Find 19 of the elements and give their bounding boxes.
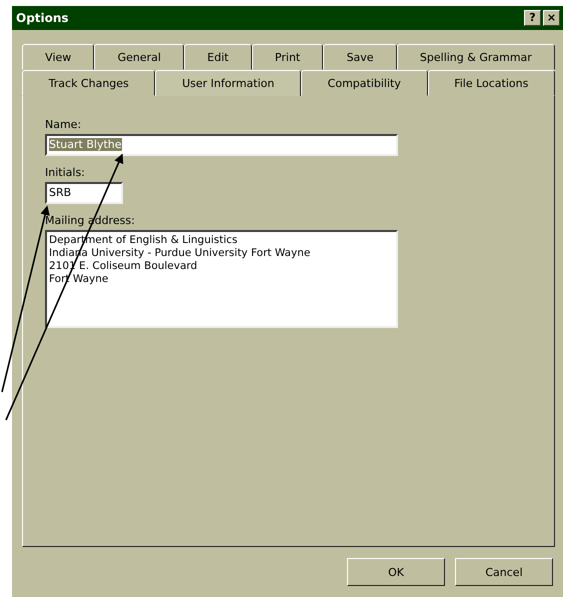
dialog-button[interactable]: OK (347, 558, 445, 586)
tab[interactable]: Print (252, 44, 324, 70)
tab[interactable]: Save (323, 44, 397, 70)
input-field[interactable]: SRB (45, 182, 123, 204)
tab[interactable]: Edit (184, 44, 252, 70)
dialog-button[interactable]: Cancel (455, 558, 553, 586)
tab[interactable]: View (22, 44, 94, 70)
input-field[interactable]: Stuart Blythe (45, 134, 398, 156)
help-button[interactable]: ? (524, 10, 541, 26)
close-button[interactable]: × (543, 10, 560, 26)
window-title: Options (16, 11, 69, 25)
field-label: Initials: (45, 166, 85, 179)
tab[interactable]: User Information (155, 70, 302, 96)
tab[interactable]: Spelling & Grammar (396, 44, 555, 70)
tab[interactable]: Compatibility (301, 70, 428, 96)
field-label: Name: (45, 118, 82, 131)
tab[interactable]: General (94, 44, 184, 70)
tab[interactable]: Track Changes (22, 70, 156, 96)
tab[interactable]: File Locations (428, 70, 556, 96)
